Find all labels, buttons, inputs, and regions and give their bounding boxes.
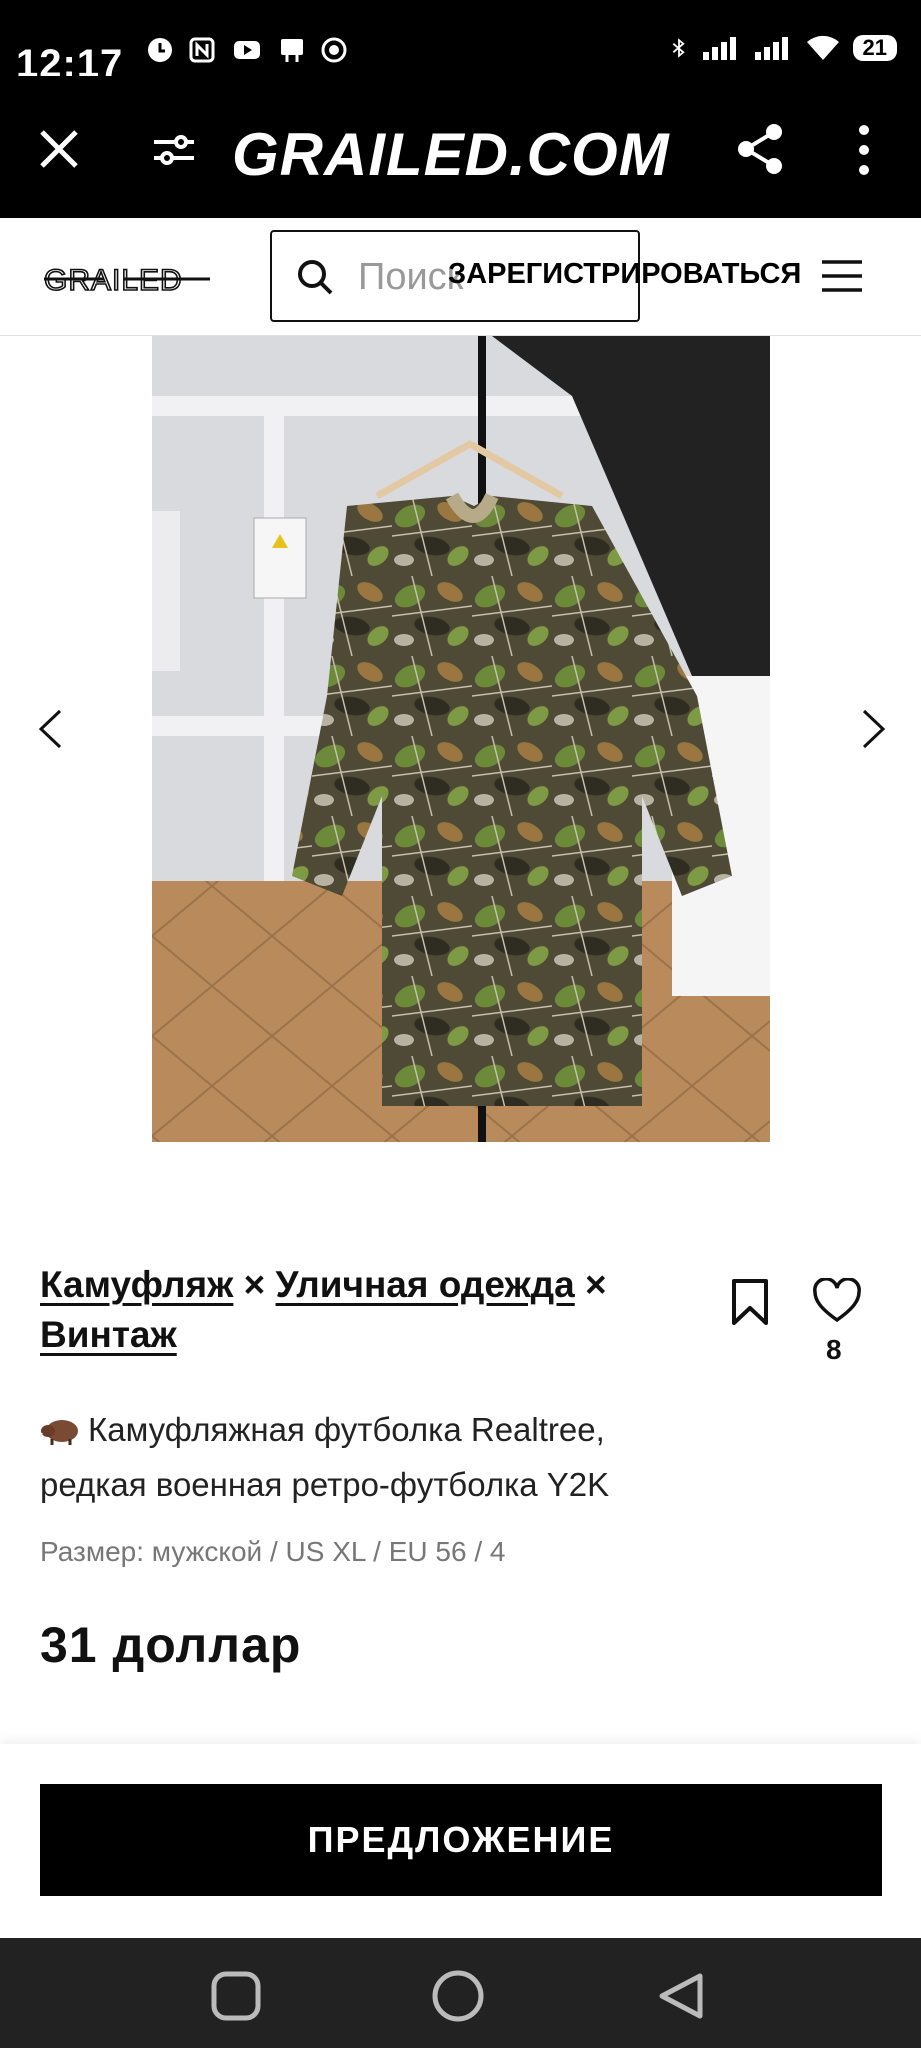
offer-button[interactable]: ПРЕДЛОЖЕНИЕ — [40, 1784, 882, 1896]
browser-url-title: GRAILED.COM — [232, 121, 670, 188]
bluetooth-icon — [672, 38, 685, 58]
alarm-icon — [148, 38, 172, 62]
heart-icon[interactable] — [812, 1278, 862, 1324]
more-options-icon[interactable] — [852, 124, 876, 176]
hamburger-menu-icon[interactable] — [820, 258, 864, 294]
system-navigation-bar — [0, 1938, 921, 2048]
register-link[interactable]: ЗАРЕГИСТРИРОВАТЬСЯ — [448, 258, 801, 291]
tag-separator: × — [585, 1264, 607, 1305]
product-price: 31 доллар — [40, 1617, 302, 1673]
next-image-arrow-icon[interactable] — [860, 708, 888, 750]
battery-indicator: 21 — [852, 35, 897, 61]
tag-streetwear[interactable]: Уличная одежда — [276, 1264, 575, 1305]
product-gallery — [0, 336, 921, 1142]
status-time: 12:17 — [16, 42, 124, 76]
signal-icon-2 — [754, 37, 788, 60]
status-icons-right: 21 — [669, 34, 897, 62]
product-title: Камуфляжная футболка Realtree, редкая во… — [40, 1402, 680, 1512]
tag-camouflage[interactable]: Камуфляж — [40, 1264, 233, 1305]
product-size: Размер: мужской / US XL / EU 56 / 4 — [40, 1536, 506, 1567]
bookmark-icon[interactable] — [730, 1278, 770, 1326]
home-icon[interactable] — [430, 1968, 486, 2024]
previous-image-arrow-icon[interactable] — [36, 708, 64, 750]
status-bar: 12:17 21 — [0, 0, 921, 100]
close-icon[interactable] — [36, 126, 82, 172]
back-icon[interactable] — [652, 1968, 708, 2024]
site-header: GRAILED ЗАРЕГИСТРИРОВАТЬСЯ — [0, 218, 921, 336]
nfc-icon — [189, 37, 215, 63]
product-title-line1: Камуфляжная футболка Realtree, — [88, 1411, 605, 1448]
site-settings-icon[interactable] — [150, 128, 198, 172]
designer-tags: Камуфляж × Уличная одежда × Винтаж — [40, 1260, 660, 1360]
youtube-icon — [234, 41, 260, 59]
search-icon — [298, 260, 333, 295]
product-photo[interactable] — [152, 336, 770, 1142]
action-area: ПРЕДЛОЖЕНИЕ — [0, 1744, 921, 1938]
boar-emoji-icon — [40, 1420, 78, 1445]
browser-toolbar: GRAILED.COM — [0, 100, 921, 218]
share-icon[interactable] — [734, 122, 786, 176]
record-icon — [321, 37, 347, 63]
wifi-icon — [806, 35, 839, 60]
like-count: 8 — [826, 1334, 842, 1365]
signal-icon — [702, 37, 736, 60]
tag-vintage[interactable]: Винтаж — [40, 1314, 177, 1355]
notification-icon — [281, 39, 303, 62]
grailed-logo[interactable]: GRAILED — [44, 264, 210, 294]
recent-apps-icon[interactable] — [208, 1968, 264, 2024]
product-title-line2: редкая военная ретро-футболка Y2K — [40, 1466, 610, 1503]
status-icons-left — [146, 36, 348, 64]
tag-separator: × — [243, 1264, 266, 1305]
